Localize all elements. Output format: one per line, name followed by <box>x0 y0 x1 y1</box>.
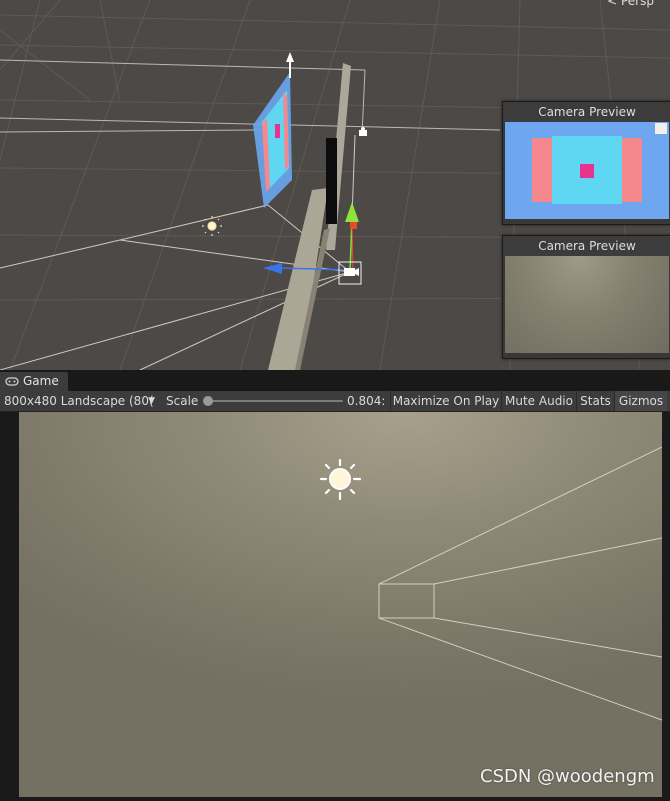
preview-pink-bar-right <box>620 138 642 202</box>
camera-preview-title: Camera Preview <box>503 236 670 256</box>
camera-preview-image <box>505 122 669 219</box>
mute-audio-button[interactable]: Mute Audio <box>501 391 576 411</box>
kebab-menu-icon[interactable]: ⋮ <box>666 374 670 387</box>
sun-light-icon <box>319 458 362 501</box>
preview-magenta-square <box>580 164 594 178</box>
scene-view[interactable]: < Persp Camera Preview Camera Preview <box>0 0 670 370</box>
projection-label[interactable]: < Persp <box>607 0 654 8</box>
tab-game[interactable]: Game <box>0 372 68 391</box>
camera-preview-image <box>505 256 669 353</box>
maximize-on-play-button[interactable]: Maximize On Play <box>390 391 501 411</box>
game-view[interactable] <box>19 412 662 797</box>
scale-value: 0.804: <box>347 394 386 408</box>
resolution-value: 800x480 Landscape (80( <box>4 394 154 408</box>
preview-pink-bar-left <box>532 138 554 202</box>
watermark: CSDN @woodengm <box>480 766 655 787</box>
directional-light-icon[interactable] <box>202 216 222 236</box>
camera-preview-title: Camera Preview <box>503 102 670 122</box>
stats-button[interactable]: Stats <box>576 391 614 411</box>
scale-slider-thumb[interactable] <box>203 396 213 406</box>
camera-gizmo-icon <box>344 268 359 276</box>
scale-label: Scale <box>166 394 199 408</box>
camera-preview-panel-2: Camera Preview <box>502 235 670 359</box>
black-post <box>326 138 337 224</box>
game-render <box>319 446 662 721</box>
preview-gizmo-icon <box>655 123 667 134</box>
gizmos-button[interactable]: Gizmos <box>614 391 667 411</box>
scale-slider-track[interactable] <box>205 400 343 402</box>
resolution-dropdown[interactable]: 800x480 Landscape (80( ▼ <box>0 391 158 411</box>
camera-preview-panel-1: Camera Preview <box>502 101 670 225</box>
camera-frustum-gizmo <box>378 446 662 721</box>
textured-quad <box>253 52 294 208</box>
camera-gizmo-small-icon <box>359 127 367 136</box>
tab-game-label: Game <box>23 374 59 388</box>
gamepad-icon <box>5 377 19 386</box>
game-toolbar: 800x480 Landscape (80( ▼ Scale 0.804: Ma… <box>0 391 670 412</box>
dropdown-arrow-icon: ▼ <box>148 396 155 406</box>
plane-outline <box>0 59 501 136</box>
game-tab-bar: Game ⋮ <box>0 370 670 391</box>
